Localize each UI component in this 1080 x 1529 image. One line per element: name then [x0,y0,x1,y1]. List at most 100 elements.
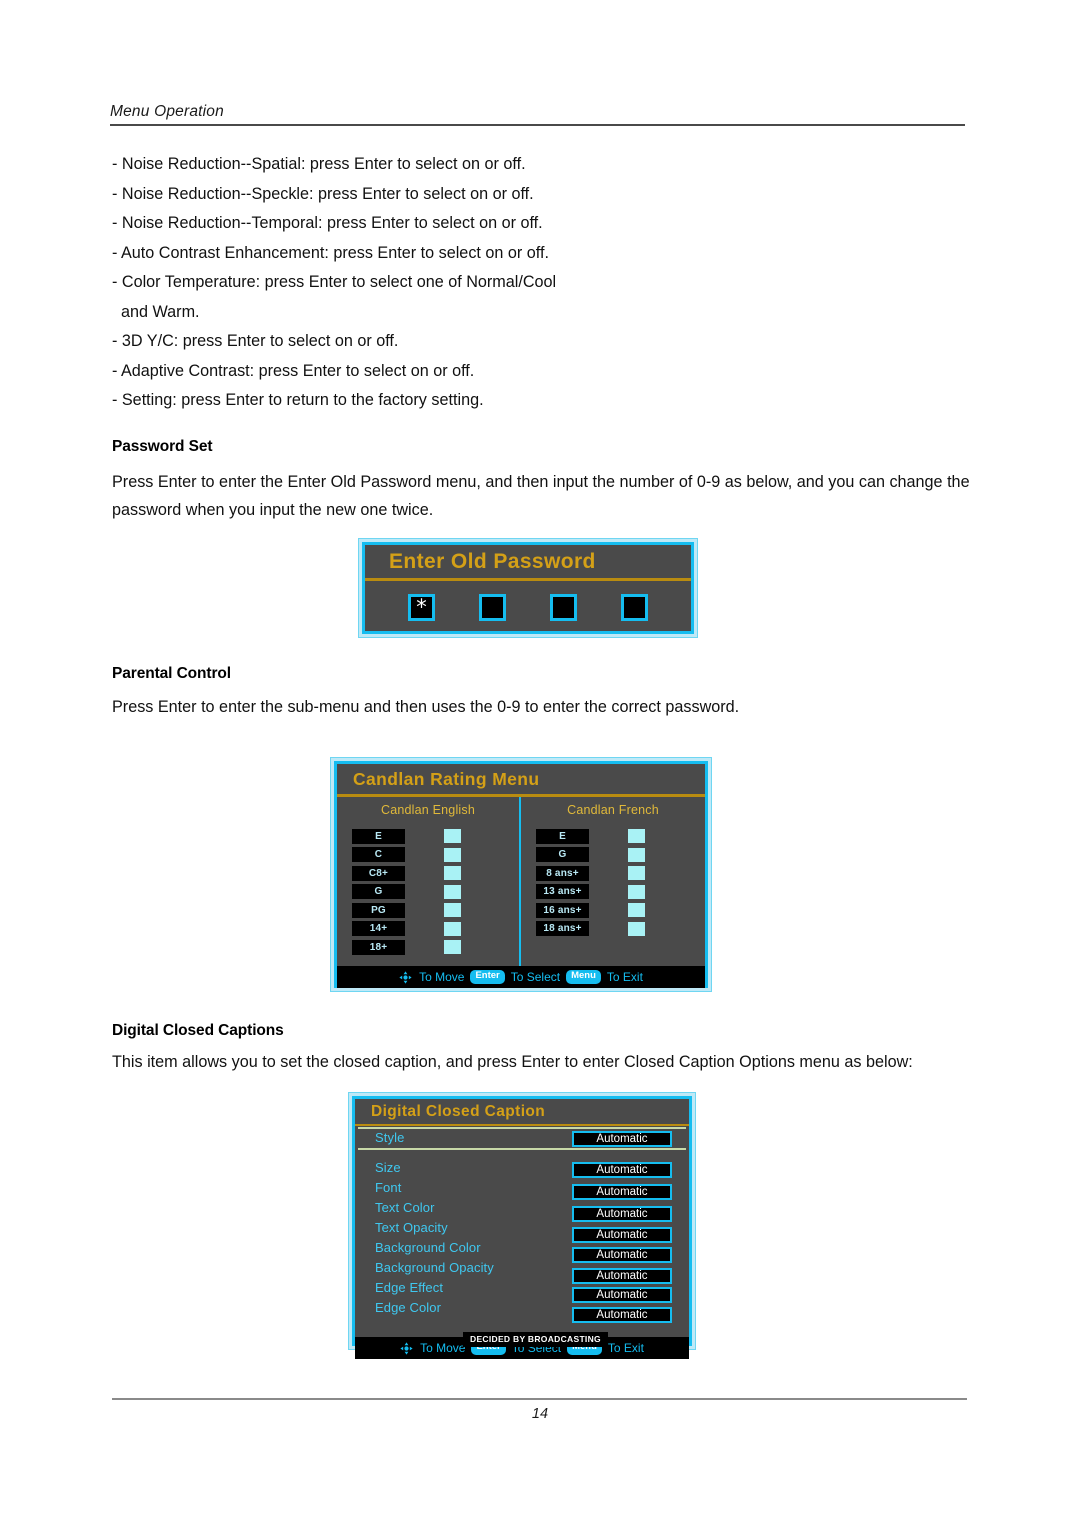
rating-row[interactable]: E [521,827,705,846]
rating-row-list: E C C8+ G PG 14+ 18+ [337,827,519,957]
rating-checkbox[interactable] [444,903,461,918]
rating-column-title: Candlan English [380,803,476,817]
caption-option-value[interactable]: Automatic [572,1268,672,1284]
rating-label: G [352,884,405,900]
caption-option-value[interactable]: Automatic [572,1162,672,1178]
rating-row[interactable]: G [521,846,705,865]
rating-checkbox[interactable] [444,847,461,862]
rating-row[interactable]: 18+ [337,938,519,957]
caption-option-list: Style Automatic Size Automatic Font Automatic… [355,1126,689,1347]
password-digit-row: * [365,581,691,621]
caption-option-value[interactable]: Automatic [572,1227,672,1243]
decided-by-broadcasting-note: DECIDED BY BROADCASTING [463,1332,608,1347]
section-heading-digital-closed-captions: Digital Closed Captions [112,1022,284,1039]
hint-move-label: To Move [419,970,465,984]
rating-column-title: Candlan French [567,803,659,817]
rating-checkbox[interactable] [628,903,645,918]
rating-label: 18+ [352,939,405,955]
bullet-item: - Color Temperature: press Enter to sele… [112,273,557,291]
rating-column-english: Candlan English E C C8+ G PG 14+ 18+ [337,797,521,966]
rating-row[interactable]: G [337,883,519,902]
caption-option-label: Font [375,1180,402,1195]
menu-key-badge[interactable]: Menu [566,970,601,984]
rating-checkbox[interactable] [628,847,645,862]
bullet-item-continuation: and Warm. [121,302,200,321]
caption-option-label: Text Opacity [375,1220,448,1235]
rating-row[interactable]: 8 ans+ [521,864,705,883]
osd-footer-hints: To Move Enter To Select Menu To Exit [337,966,705,988]
dpad-icon [399,970,412,984]
hint-exit-label: To Exit [606,970,643,984]
rating-checkbox[interactable] [444,884,461,899]
caption-option-value[interactable]: Automatic [572,1247,672,1263]
password-digit-box[interactable] [550,594,577,621]
caption-option-label: Style [375,1130,405,1145]
password-digit-box[interactable]: * [408,594,435,621]
rating-row-list: EG 8 ans+ 13 ans+ 16 ans+ 18 ans+ [521,827,705,938]
footer-divider [112,1398,967,1400]
rating-label: 18 ans+ [536,921,589,937]
rating-checkbox[interactable] [444,866,461,881]
hint-move-label: To Move [420,1341,466,1355]
running-header: Menu Operation [110,103,965,126]
rating-checkbox[interactable] [444,829,461,844]
caption-option-label: Size [375,1160,401,1175]
rating-row[interactable]: PG [337,901,519,920]
caption-option-value[interactable]: Automatic [572,1131,672,1147]
caption-option-value[interactable]: Automatic [572,1287,672,1303]
caption-option-label: Background Opacity [375,1260,494,1275]
rating-row[interactable]: 16 ans+ [521,901,705,920]
caption-option-label: Text Color [375,1200,435,1215]
osd-frame: Digital Closed Caption Style Automatic Siz… [352,1096,692,1359]
osd-title-digital-closed-caption: Digital Closed Caption [355,1099,689,1126]
rating-label: G [536,847,589,863]
password-digit-box[interactable] [621,594,648,621]
rating-label: E [352,828,405,844]
bullet-item: - Adaptive Contrast: press Enter to sele… [112,361,475,380]
document-page: Menu Operation - Noise Reduction--Spatia… [0,0,1080,1529]
bullet-item: - Auto Contrast Enhancement: press Enter… [112,243,549,262]
rating-column-french: Candlan French EG 8 ans+ 13 ans+ 16 ans+ 18 … [521,797,705,966]
rating-row[interactable]: 18 ans+ [521,920,705,939]
rating-label: 14+ [352,921,405,937]
hint-exit-label: To Exit [607,1341,644,1355]
rating-label: C [352,847,405,863]
dpad-icon [400,1341,413,1355]
password-digit-box[interactable] [479,594,506,621]
section-heading-parental-control: Parental Control [112,665,231,682]
enter-key-badge[interactable]: Enter [470,970,505,984]
rating-row[interactable]: C8+ [337,864,519,883]
header-title: Menu Operation [110,103,224,120]
rating-columns: Candlan English E C C8+ G PG 14+ 18+ Candlan F… [337,797,705,966]
page-number: 14 [531,1406,549,1422]
rating-label: 8 ans+ [536,865,589,881]
section-heading-password-set: Password Set [112,438,213,455]
bullet-item: - Noise Reduction--Temporal: press Enter… [112,214,543,232]
osd-enter-old-password: Enter Old Password * [358,538,698,638]
rating-row[interactable]: C [337,846,519,865]
caption-option-value[interactable]: Automatic [572,1184,672,1200]
osd-frame: Enter Old Password * [362,542,694,634]
bullet-item: - Noise Reduction--Spatial: press Enter … [112,155,526,173]
rating-checkbox[interactable] [444,921,461,936]
bullet-item: - Setting: press Enter to return to the … [112,391,484,409]
bullet-item: - 3D Y/C: press Enter to select on or of… [112,332,399,350]
rating-label: PG [352,902,405,918]
header-divider [110,124,965,126]
caption-option-value[interactable]: Automatic [572,1206,672,1222]
rating-checkbox[interactable] [628,829,645,844]
rating-label: E [536,828,589,844]
caption-option-label: Background Color [375,1240,481,1255]
rating-row[interactable]: E [337,827,519,846]
caption-option-value[interactable]: Automatic [572,1307,672,1323]
rating-row[interactable]: 14+ [337,920,519,939]
rating-checkbox[interactable] [628,921,645,936]
rating-row[interactable]: 13 ans+ [521,883,705,902]
rating-label: 16 ans+ [536,902,589,918]
section-paragraph-digital-closed-captions: This item allows you to set the closed c… [112,1053,913,1071]
rating-checkbox[interactable] [628,884,645,899]
section-paragraph-parental-control: Press Enter to enter the sub-menu and th… [112,698,740,716]
rating-checkbox[interactable] [628,866,645,881]
rating-checkbox[interactable] [444,940,461,955]
bullet-item: - Noise Reduction--Speckle: press Enter … [112,184,534,203]
